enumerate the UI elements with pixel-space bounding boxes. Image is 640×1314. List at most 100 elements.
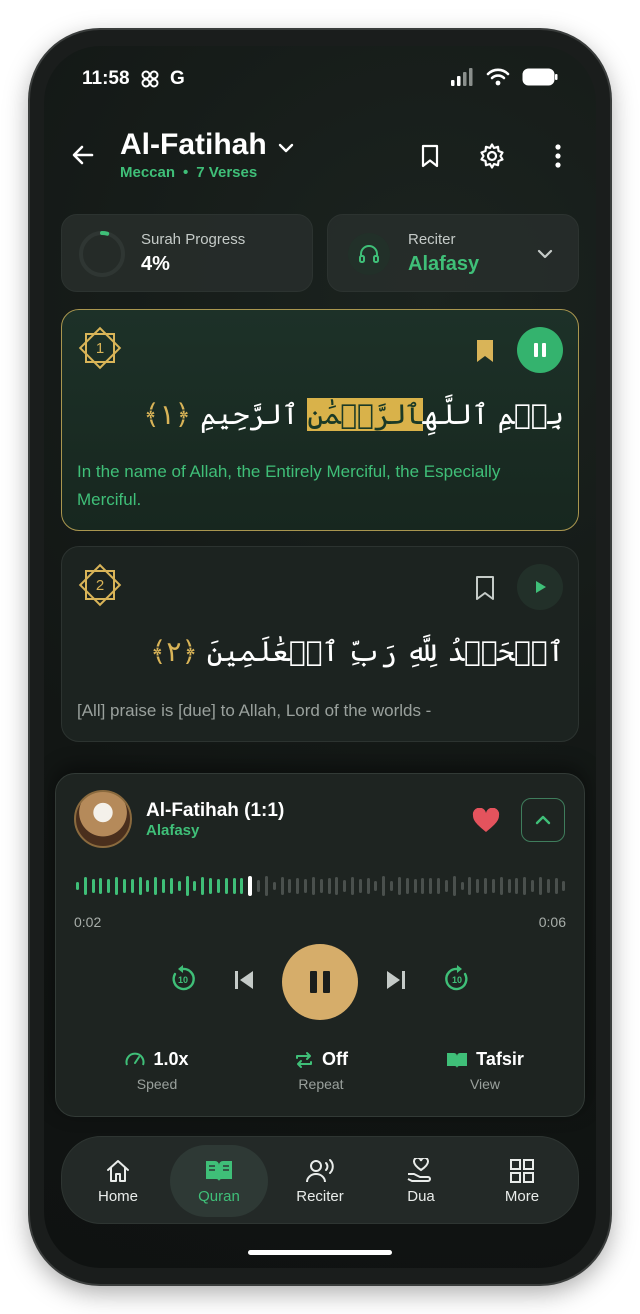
reciter-selector[interactable]: Reciter Alafasy (327, 214, 579, 292)
skip-next-icon (387, 971, 405, 989)
revelation-type: Meccan (120, 164, 176, 181)
reciter-name: Alafasy (408, 253, 480, 275)
nav-reciter[interactable]: Reciter (271, 1145, 369, 1217)
verse-number: 2 (95, 576, 105, 594)
waveform-bar (327, 878, 331, 894)
waveform-bar (216, 879, 220, 893)
verse-arabic-text: ٱلۡحَمۡدُ لِلَّهِ رَبِّ ٱلۡعَٰلَمِينَ ﴿٢… (150, 635, 564, 668)
previous-button[interactable] (232, 968, 256, 997)
waveform-bar (232, 877, 236, 895)
verse-number-badge: 2 (76, 561, 124, 609)
status-time: 11:58 (82, 68, 130, 89)
arabic-start: بِسۡمِ ٱللَّهِ (423, 398, 564, 431)
nav-label: Dua (407, 1187, 435, 1205)
wifi-icon (486, 68, 510, 86)
nav-quran[interactable]: Quran (170, 1145, 268, 1217)
waveform-bar (374, 880, 378, 892)
speed-option[interactable]: 1.0x Speed (102, 1049, 212, 1092)
waveform-bar (319, 879, 323, 893)
settings-gear-icon[interactable] (478, 142, 506, 170)
arabic-highlighted-word: ٱلرَّحۡمَٰنِ (307, 398, 424, 431)
waveform-bar (523, 876, 527, 896)
total-time: 0:06 (538, 914, 566, 930)
chevron-down-icon[interactable] (276, 138, 296, 158)
nav-label: More (504, 1187, 540, 1205)
tafsir-value: Tafsir (476, 1049, 524, 1069)
waveform-scrubber[interactable] (76, 874, 566, 898)
verse-number-badge: 1 (76, 324, 124, 372)
scrubber-knob[interactable] (248, 876, 253, 896)
waveform-bar (366, 878, 370, 894)
forward-10-icon: 10 (445, 965, 468, 991)
waveform-bar (413, 878, 417, 894)
waveform-bar (169, 878, 173, 894)
waveform-bar (99, 878, 103, 894)
heart-icon[interactable] (472, 808, 500, 834)
rewind-10-button[interactable]: 10 (168, 964, 198, 999)
open-book-icon (447, 1052, 468, 1068)
expand-player-button[interactable] (521, 798, 565, 842)
back-arrow-icon[interactable] (70, 142, 96, 168)
pinwheel-icon (141, 70, 159, 88)
waveform-bar (209, 877, 213, 895)
bookmark-icon[interactable] (416, 142, 444, 170)
g-status-icon: G (170, 68, 185, 89)
waveform-bar (311, 876, 315, 896)
progress-value: 4% (141, 253, 170, 275)
main-pause-button[interactable] (282, 944, 358, 1020)
next-button[interactable] (384, 968, 408, 997)
verse-play-button[interactable] (517, 564, 563, 610)
chevron-up-icon (535, 815, 551, 825)
headphones-icon (359, 245, 379, 263)
forward-10-button[interactable]: 10 (442, 964, 472, 999)
verse-card-1[interactable]: 1 بِسۡمِ ٱللَّهِٱلرَّحۡمَٰنِ ٱلرَّحِيمِ … (61, 309, 579, 531)
waveform-bar (468, 877, 472, 895)
waveform-bar (335, 876, 339, 896)
repeat-value: Off (322, 1049, 348, 1069)
meta-separator: • (183, 164, 189, 181)
tafsir-option[interactable]: Tafsir View (430, 1049, 540, 1092)
bookmark-filled-icon[interactable] (474, 338, 496, 364)
waveform-bar (343, 880, 347, 892)
reciter-icon (306, 1158, 334, 1182)
surah-title[interactable]: Al-Fatihah (120, 128, 267, 162)
waveform-bar (107, 879, 111, 893)
waveform-bar (240, 878, 244, 894)
arabic-end: ٱلرَّحِيمِ (200, 398, 299, 431)
waveform-bar (437, 878, 441, 894)
ayah-marker: ﴿١﴾ (143, 398, 192, 431)
nav-more[interactable]: More (473, 1145, 571, 1217)
waveform-bar (185, 876, 189, 896)
nav-dua[interactable]: Dua (372, 1145, 470, 1217)
dua-icon (407, 1157, 431, 1182)
grid-icon (510, 1158, 534, 1183)
waveform-bar (460, 881, 464, 891)
waveform-bar (193, 880, 197, 892)
waveform-bar (122, 879, 126, 893)
waveform-bar (405, 877, 409, 895)
verse-pause-button[interactable] (517, 327, 563, 373)
nav-home[interactable]: Home (69, 1145, 167, 1217)
waveform-bar (83, 877, 87, 895)
more-vertical-icon[interactable] (544, 142, 572, 170)
speedometer-icon (125, 1052, 145, 1065)
speed-label: Speed (136, 1076, 178, 1092)
waveform-bar (76, 882, 79, 890)
app-screen: 11:58 G Al-Fatihah Meccan • 7 Verses Sur… (44, 46, 596, 1268)
repeat-option[interactable]: Off Repeat (266, 1049, 376, 1092)
waveform-bar (264, 876, 268, 896)
bookmark-icon[interactable] (474, 575, 496, 601)
waveform-bar (288, 879, 292, 893)
waveform-bar (452, 876, 456, 896)
waveform-bar (201, 877, 205, 895)
waveform-bar (130, 878, 134, 894)
waveform-bar (358, 879, 362, 893)
verse-card-2[interactable]: 2 ٱلۡحَمۡدُ لِلَّهِ رَبِّ ٱلۡعَٰلَمِينَ … (61, 546, 579, 742)
battery-icon (522, 68, 558, 86)
book-icon (206, 1160, 232, 1181)
play-icon (536, 581, 546, 593)
waveform-bar (115, 876, 119, 896)
headphones-badge (348, 233, 390, 275)
verse-number: 1 (95, 339, 105, 357)
waveform-bar (421, 878, 425, 894)
